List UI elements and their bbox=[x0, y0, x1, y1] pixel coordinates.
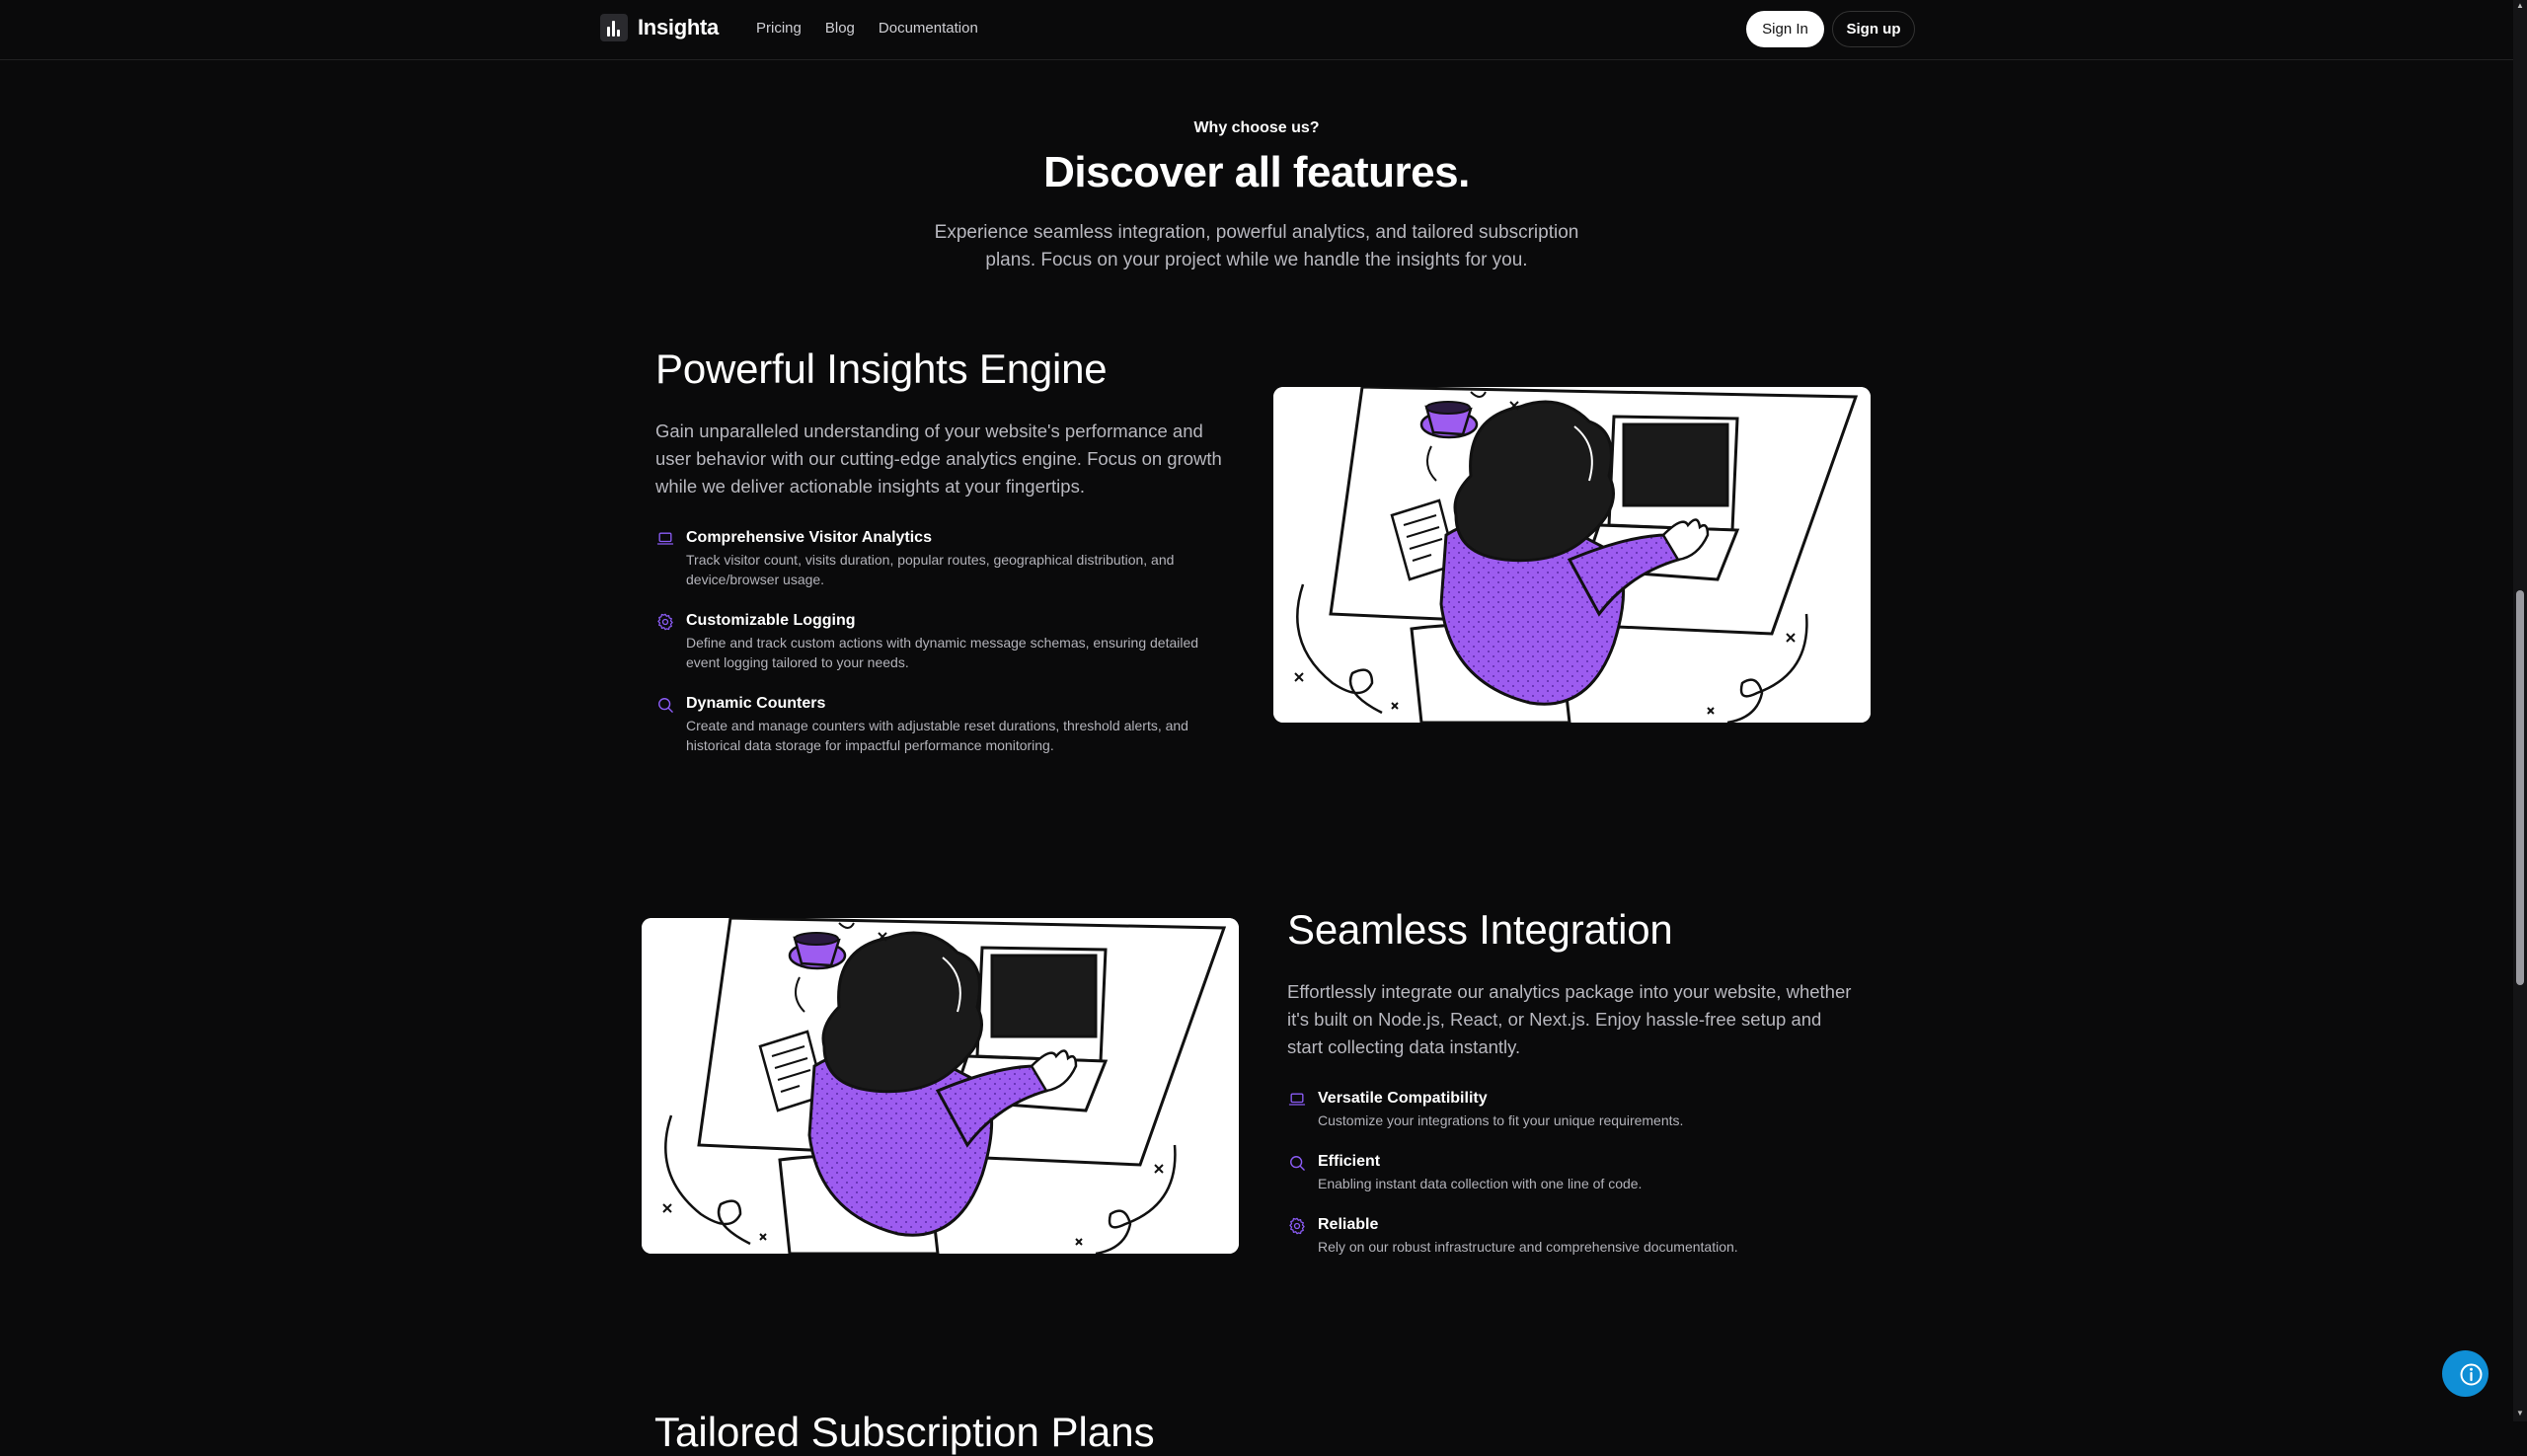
search-icon bbox=[655, 695, 675, 715]
feature-item-title: Efficient bbox=[1318, 1153, 1381, 1170]
search-icon bbox=[1287, 1153, 1307, 1173]
gear-icon bbox=[1287, 1216, 1307, 1236]
next-section-title: Tailored Subscription Plans bbox=[654, 1409, 1155, 1455]
feature-description-insights: Gain unparalleled understanding of your … bbox=[655, 421, 1222, 497]
feature-item-text: Enabling instant data collection with on… bbox=[1318, 1176, 1643, 1191]
feature-item: Customizable Logging Define and track cu… bbox=[655, 610, 1230, 672]
section-intro: Experience seamless integration, powerfu… bbox=[934, 222, 1579, 270]
feature-item-text: Create and manage counters with adjustab… bbox=[686, 718, 1188, 753]
section-headline: Discover all features. bbox=[1043, 148, 1470, 196]
brand-name: Insighta bbox=[638, 15, 719, 39]
feature-item-text: Rely on our robust infrastructure and co… bbox=[1318, 1239, 1738, 1255]
feature-item: Efficient Enabling instant data collecti… bbox=[1287, 1151, 1860, 1193]
nav-link-pricing[interactable]: Pricing bbox=[756, 20, 802, 37]
feature-title-insights: Powerful Insights Engine bbox=[655, 345, 1108, 392]
feature-item-text: Track visitor count, visits duration, po… bbox=[686, 552, 1175, 587]
feature-item-title: Versatile Compatibility bbox=[1318, 1090, 1488, 1107]
feature-item: Versatile Compatibility Customize your i… bbox=[1287, 1088, 1860, 1130]
scrollbar-thumb[interactable] bbox=[2516, 590, 2524, 985]
feature-item-text: Customize your integrations to fit your … bbox=[1318, 1112, 1684, 1128]
illustration-person-at-desk bbox=[1273, 387, 1871, 723]
illustration-person-at-desk bbox=[642, 918, 1239, 1254]
feature-item: Comprehensive Visitor Analytics Track vi… bbox=[655, 527, 1230, 589]
feature-item-title: Comprehensive Visitor Analytics bbox=[686, 529, 932, 546]
section-eyebrow: Why choose us? bbox=[1193, 119, 1320, 136]
nav-link-blog[interactable]: Blog bbox=[825, 20, 855, 37]
feature-description-integration: Effortlessly integrate our analytics pac… bbox=[1287, 981, 1852, 1057]
laptop-icon bbox=[655, 529, 675, 549]
info-button[interactable] bbox=[2442, 1350, 2489, 1397]
nav-link-documentation[interactable]: Documentation bbox=[879, 20, 978, 37]
sign-in-button[interactable]: Sign In bbox=[1746, 11, 1824, 47]
info-icon bbox=[2460, 1363, 2483, 1386]
nav-links: Pricing Blog Documentation bbox=[756, 20, 978, 37]
feature-item: Reliable Rely on our robust infrastructu… bbox=[1287, 1214, 1860, 1257]
brand-logo[interactable]: Insighta bbox=[600, 14, 719, 41]
sign-up-button[interactable]: Sign up bbox=[1832, 11, 1915, 47]
feature-item-title: Dynamic Counters bbox=[686, 695, 826, 712]
feature-item: Dynamic Counters Create and manage count… bbox=[655, 693, 1230, 755]
feature-item-title: Reliable bbox=[1318, 1216, 1379, 1233]
bar-chart-icon bbox=[600, 14, 628, 41]
scroll-down-arrow-icon[interactable]: ▼ bbox=[2516, 1410, 2524, 1418]
feature-item-text: Define and track custom actions with dyn… bbox=[686, 635, 1199, 670]
scroll-up-arrow-icon[interactable]: ▲ bbox=[2516, 2, 2524, 10]
laptop-icon bbox=[1287, 1090, 1307, 1110]
feature-title-integration: Seamless Integration bbox=[1287, 906, 1673, 953]
feature-item-title: Customizable Logging bbox=[686, 612, 856, 629]
gear-icon bbox=[655, 612, 675, 632]
top-nav: Insighta Pricing Blog Documentation Sign… bbox=[0, 0, 2513, 60]
